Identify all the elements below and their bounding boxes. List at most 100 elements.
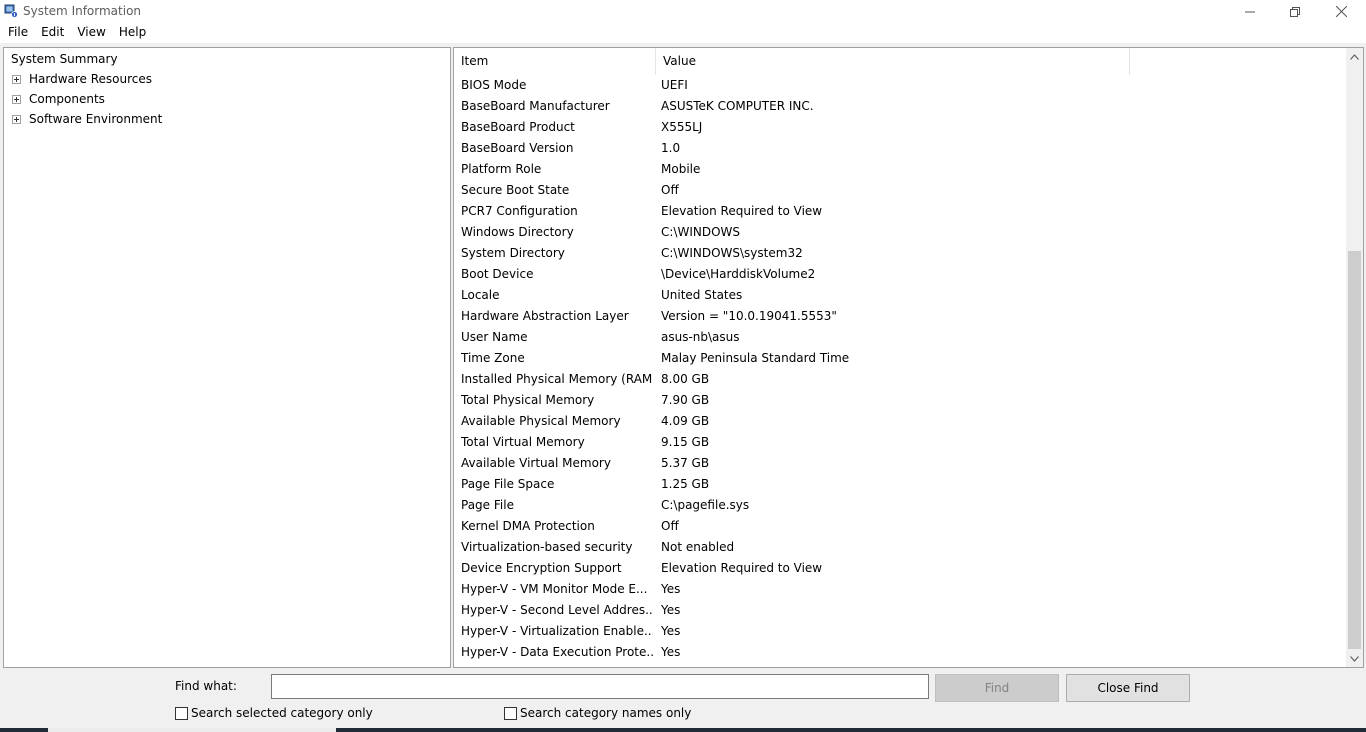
table-row[interactable]: Time Zone Malay Peninsula Standard Time	[454, 348, 1346, 369]
checkbox-box[interactable]	[504, 706, 517, 720]
row-item: PCR7 Configuration	[461, 204, 578, 218]
vertical-scrollbar[interactable]	[1346, 48, 1363, 667]
list-header: Item Value	[454, 48, 1346, 75]
table-row[interactable]: Page File C:\pagefile.sys	[454, 495, 1346, 516]
list-rows: BIOS Mode UEFI BaseBoard Manufacturer ASUST…	[454, 75, 1346, 663]
tree-item-label: Components	[29, 92, 105, 106]
row-item: Platform Role	[461, 162, 542, 176]
row-value: UEFI	[661, 78, 688, 92]
row-value: Not enabled	[661, 540, 735, 554]
tree-item-software-environment[interactable]: Software Environment	[12, 110, 162, 128]
row-item: Total Virtual Memory	[461, 435, 585, 449]
column-header-item[interactable]: Item	[454, 48, 656, 75]
row-item: Time Zone	[461, 351, 525, 365]
row-item: Hardware Abstraction Layer	[461, 309, 629, 323]
table-row[interactable]: Hyper-V - Second Level Addres... Yes	[454, 600, 1346, 621]
row-value: asus-nb\asus	[661, 330, 740, 344]
row-item: Page File	[461, 498, 514, 512]
row-value: 1.25 GB	[661, 477, 710, 491]
scroll-down-button[interactable]	[1346, 650, 1363, 667]
menu-view[interactable]: View	[77, 23, 105, 43]
table-row[interactable]: BIOS Mode UEFI	[454, 75, 1346, 96]
table-row[interactable]: Device Encryption Support Elevation Requi…	[454, 558, 1346, 579]
row-item: Installed Physical Memory (RAM)	[461, 372, 653, 386]
table-row[interactable]: BaseBoard Product X555LJ	[454, 117, 1346, 138]
expand-icon[interactable]	[12, 114, 21, 124]
checkbox-label: Search category names only	[520, 706, 692, 720]
row-item: Boot Device	[461, 267, 534, 281]
search-selected-category-checkbox[interactable]: Search selected category only	[175, 706, 373, 720]
table-row[interactable]: Hyper-V - Data Execution Prote... Yes	[454, 642, 1346, 663]
tree-item-label: Software Environment	[29, 112, 163, 126]
close-icon	[1335, 6, 1347, 17]
row-item: Kernel DMA Protection	[461, 519, 595, 533]
expand-icon[interactable]	[12, 74, 21, 84]
row-item: Available Physical Memory	[461, 414, 621, 428]
tree-item-hardware-resources[interactable]: Hardware Resources	[12, 70, 152, 88]
row-value: Elevation Required to View	[661, 204, 823, 218]
expand-icon[interactable]	[12, 94, 21, 104]
row-item: Hyper-V - Second Level Addres...	[461, 603, 653, 617]
taskbar-edge-highlight	[48, 728, 336, 732]
table-row[interactable]: Available Physical Memory 4.09 GB	[454, 411, 1346, 432]
row-value: Off	[661, 183, 679, 197]
table-row[interactable]: User Name asus-nb\asus	[454, 327, 1346, 348]
column-header-value[interactable]: Value	[656, 48, 1130, 75]
table-row[interactable]: Platform Role Mobile	[454, 159, 1346, 180]
table-row[interactable]: Locale United States	[454, 285, 1346, 306]
table-row[interactable]: System Directory C:\WINDOWS\system32	[454, 243, 1346, 264]
row-value: Mobile	[661, 162, 701, 176]
close-find-button[interactable]: Close Find	[1066, 674, 1190, 702]
row-item: Available Virtual Memory	[461, 456, 611, 470]
tree-item-system-summary[interactable]: System Summary	[9, 52, 120, 66]
table-row[interactable]: Page File Space 1.25 GB	[454, 474, 1346, 495]
row-value: X555LJ	[661, 120, 703, 134]
table-row[interactable]: Virtualization-based security Not enabled	[454, 537, 1346, 558]
table-row[interactable]: Total Physical Memory 7.90 GB	[454, 390, 1346, 411]
table-row[interactable]: Installed Physical Memory (RAM) 8.00 GB	[454, 369, 1346, 390]
title-bar: System Information	[0, 0, 1366, 23]
scroll-up-button[interactable]	[1346, 48, 1363, 65]
table-row[interactable]: Secure Boot State Off	[454, 180, 1346, 201]
menu-help[interactable]: Help	[119, 23, 146, 43]
table-row[interactable]: Hardware Abstraction Layer Version = "10.…	[454, 306, 1346, 327]
tree-item-label: Hardware Resources	[29, 72, 153, 86]
table-row[interactable]: Hyper-V - Virtualization Enable... Yes	[454, 621, 1346, 642]
row-item: System Directory	[461, 246, 565, 260]
row-value: 4.09 GB	[661, 414, 710, 428]
search-category-names-checkbox[interactable]: Search category names only	[504, 706, 691, 720]
table-row[interactable]: Available Virtual Memory 5.37 GB	[454, 453, 1346, 474]
row-value: ASUSTeK COMPUTER INC.	[661, 99, 814, 113]
table-row[interactable]: Boot Device \Device\HarddiskVolume2	[454, 264, 1346, 285]
table-row[interactable]: Total Virtual Memory 9.15 GB	[454, 432, 1346, 453]
menu-edit[interactable]: Edit	[41, 23, 64, 43]
table-row[interactable]: Kernel DMA Protection Off	[454, 516, 1346, 537]
close-window-button[interactable]	[1318, 0, 1364, 23]
find-button[interactable]: Find	[935, 674, 1059, 702]
tree-item-components[interactable]: Components	[12, 90, 105, 108]
row-value: Malay Peninsula Standard Time	[661, 351, 850, 365]
checkbox-label: Search selected category only	[191, 706, 373, 720]
system-information-app-icon	[4, 4, 18, 18]
row-item: Hyper-V - VM Monitor Mode E...	[461, 582, 648, 596]
table-row[interactable]: Hyper-V - VM Monitor Mode E... Yes	[454, 579, 1346, 600]
find-what-input[interactable]	[271, 674, 929, 699]
scrollbar-thumb[interactable]	[1348, 251, 1361, 649]
menu-file[interactable]: File	[8, 23, 28, 43]
restore-icon	[1290, 6, 1300, 17]
table-row[interactable]: BaseBoard Version 1.0	[454, 138, 1346, 159]
row-item: BIOS Mode	[461, 78, 527, 92]
row-value: C:\pagefile.sys	[661, 498, 750, 512]
table-row[interactable]: BaseBoard Manufacturer ASUSTeK COMPUTER I…	[454, 96, 1346, 117]
table-row[interactable]: PCR7 Configuration Elevation Required to …	[454, 201, 1346, 222]
row-value: Yes	[661, 645, 681, 659]
row-value: Yes	[661, 624, 681, 638]
checkbox-box[interactable]	[175, 706, 188, 720]
row-item: User Name	[461, 330, 528, 344]
restore-button[interactable]	[1272, 0, 1318, 23]
row-value: C:\WINDOWS\system32	[661, 246, 803, 260]
minimize-button[interactable]	[1227, 0, 1273, 23]
row-item: BaseBoard Product	[461, 120, 575, 134]
table-row[interactable]: Windows Directory C:\WINDOWS	[454, 222, 1346, 243]
row-value: Yes	[661, 582, 681, 596]
